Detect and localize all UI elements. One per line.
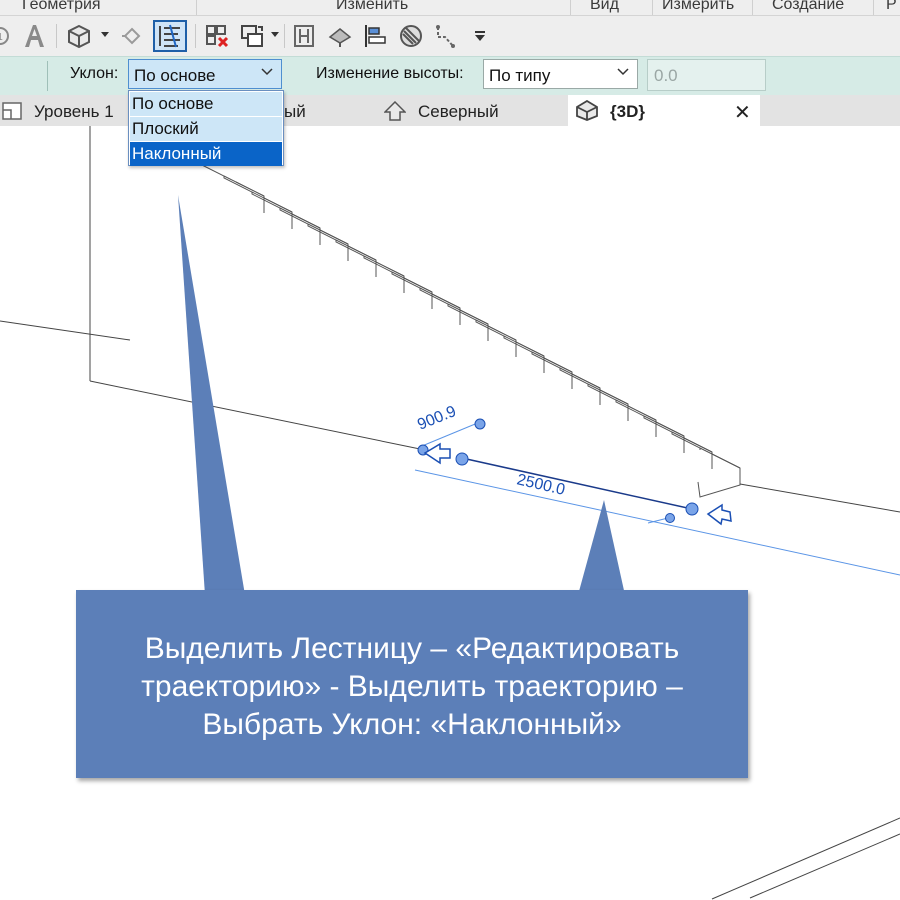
instruction-callout: Выделить Лестницу – «Редактировать траек…: [76, 590, 748, 778]
dropdown-option-base[interactable]: По основе: [130, 92, 282, 116]
slope-dropdown-list[interactable]: По основе Плоский Наклонный: [128, 90, 284, 166]
dropdown-option-sloped[interactable]: Наклонный: [130, 142, 282, 166]
callout-text: Выделить Лестницу – «Редактировать траек…: [141, 632, 683, 741]
dropdown-option-flat[interactable]: Плоский: [130, 117, 282, 141]
callout-pointer-left: [178, 195, 245, 595]
callout-pointer-right: [578, 500, 625, 595]
